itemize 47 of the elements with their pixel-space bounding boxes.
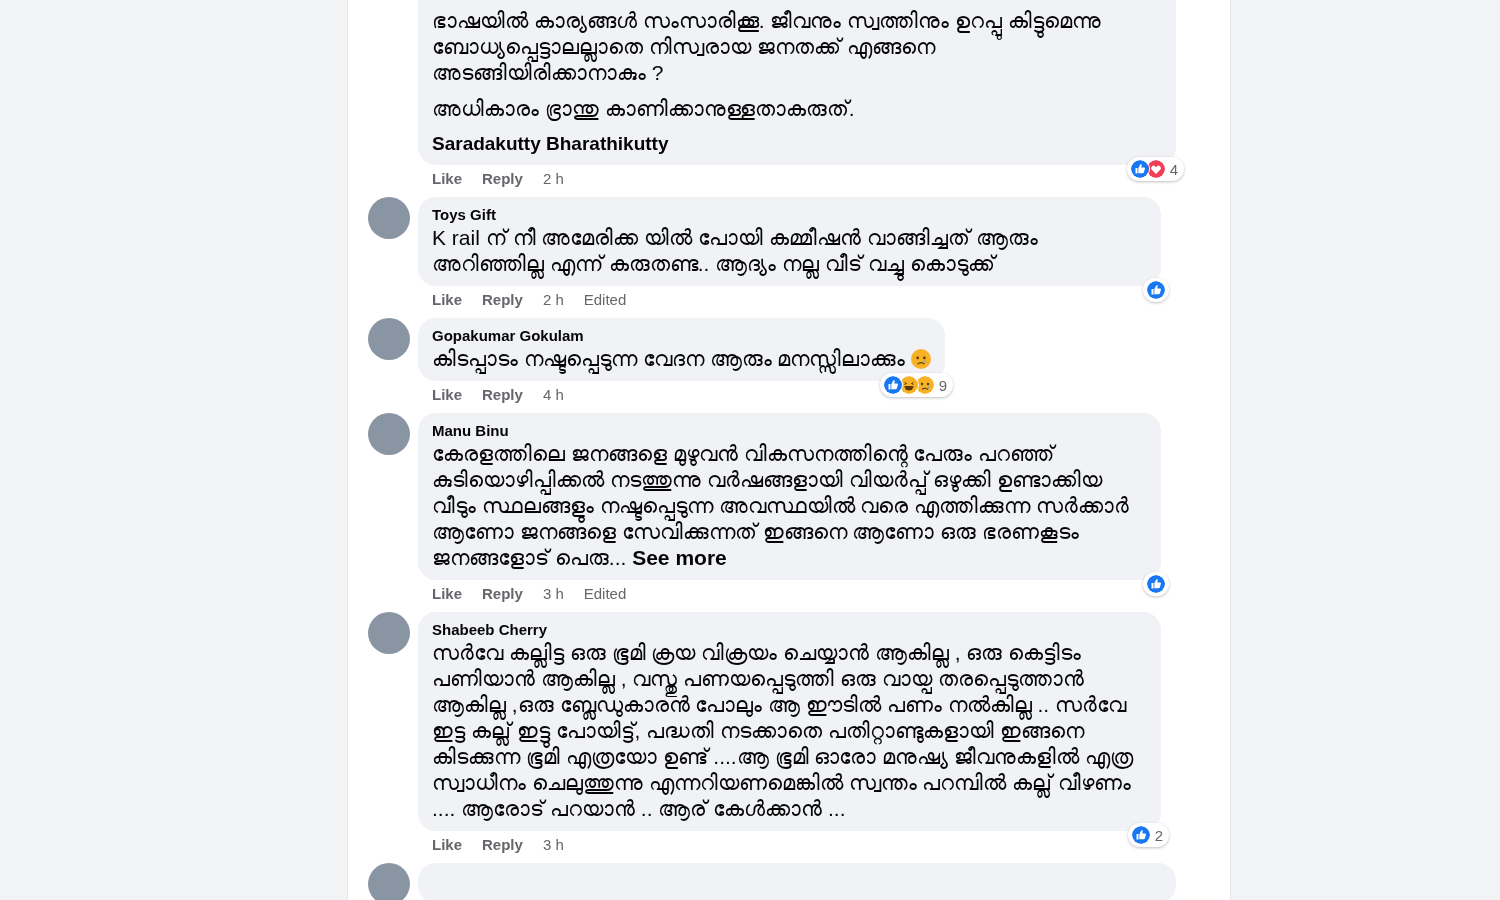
signature-text: Saradakutty Bharathikutty: [432, 132, 670, 156]
action-link[interactable]: Like: [432, 385, 462, 405]
timestamp[interactable]: 3 h: [542, 835, 564, 855]
comment-text: ഭാഷയിൽ കാര്യങ്ങൾ സംസാരിക്കൂ. ജീവനും സ്വത്തിനും ഉറപ്പു കിട്ടുമെന്നു ബോധ്യപ്പെട്ടാലല്ലാതെ നിസ്വരായ ജനതക്ക് എങ്ങനെ അടങ്ങിയിരിക്കാനാകും ?: [432, 8, 1102, 86]
timestamp[interactable]: 2 h: [542, 290, 564, 310]
author-name[interactable]: Gopakumar Gokulam: [432, 326, 932, 346]
action-link[interactable]: Like: [432, 169, 462, 189]
timestamp[interactable]: 4 h: [542, 385, 564, 405]
avatar: [368, 413, 410, 455]
reaction-count: 4: [1169, 160, 1179, 178]
author-name[interactable]: Shabeeb Cherry: [432, 620, 1147, 640]
action-link[interactable]: Reply: [482, 584, 523, 604]
action-link[interactable]: Reply: [482, 385, 523, 405]
reactions-badge[interactable]: [1143, 278, 1169, 302]
like-icon: [882, 375, 903, 395]
reaction-count: 9: [938, 376, 949, 394]
comment-text: അധികാരം ഭ്രാന്തു കാണിക്കാനുള്ളതാകരുത്.: [432, 96, 856, 122]
action-link[interactable]: Reply: [482, 835, 523, 855]
author-name[interactable]: Toys Gift: [432, 205, 1147, 225]
like-icon: [1129, 159, 1150, 179]
timestamp[interactable]: 2 h: [542, 169, 564, 189]
edited-label: Edited: [583, 584, 627, 604]
reaction-count: 2: [1154, 826, 1164, 844]
reactions-badge[interactable]: [1143, 572, 1169, 596]
author-name[interactable]: Manu Binu: [432, 421, 1147, 441]
action-link[interactable]: Like: [432, 835, 462, 855]
avatar: [368, 197, 410, 239]
like-icon: [1146, 280, 1166, 300]
action-link[interactable]: Reply: [482, 290, 523, 310]
comment-text: സർവേ കല്ലിട്ട ഒരു ഭൂമി ക്രയ വിക്രയം ചെയ്യാൻ ആകില്ല , ഒരു കെട്ടിടം പണിയാൻ ആകില്ല , വസ്തു പണയപ്പെടുത്തി ഒരു വായ്പ തരപ്പെടുത്താൻ ആകില്ല ,ഒരു ബ്ലേഡുകാരൻ പോലും ആ ഈടിൽ പണം നൽകില്ല .. സർവേ ഇട്ട കല്ല് ഇട്ടു പോയിട്ട്, പദ്ധതി നടക്കാതെ പതിറ്റാണ്ടുകളായി ഇങ്ങനെ കിടക്കുന്ന ഭൂമി എത്രയോ ഉണ്ട് ....ആ ഭൂമി ഓരോ മനുഷ്യ ജീവനുകളിൽ എത്ര സ്വാധീനം ചെലുത്തുന്നു എന്നറിയണമെങ്കിൽ സ്വന്തം പറമ്പിൽ കല്ല് വീഴണം .... ആരോട് പറയാൻ .. ആര് കേൾക്കാൻ ...: [432, 640, 1135, 822]
like-icon: [1146, 574, 1166, 594]
edited-label: Edited: [583, 290, 627, 310]
avatar: [368, 863, 410, 900]
action-link[interactable]: Like: [432, 584, 462, 604]
reactions-badge[interactable]: 2: [1127, 823, 1169, 847]
reactions-badge[interactable]: 4: [1126, 157, 1184, 181]
comment-text: കേരളത്തിലെ ജനങ്ങളെ മുഴുവൻ വികസനത്തിന്റെ പേരും പറഞ്ഞ് കുടിയൊഴിപ്പിക്കൽ നടത്തുന്നു വർഷങ്ങളായി വിയർപ്പ് ഒഴുക്കി ഉണ്ടാക്കിയ വീടും സ്ഥലങ്ങളും നഷ്ടപ്പെടുന്ന അവസ്ഥയിൽ വരെ എത്തിക്കുന്ന സർക്കാർ ആണോ ജനങ്ങളെ സേവിക്കുന്നത് ഇങ്ങനെ ആണോ ഒരു ഭരണകൂടം ജനങ്ങളോട് പെരു... See more: [432, 441, 1130, 571]
action-link[interactable]: Like: [432, 290, 462, 310]
comment-text: കിടപ്പാടം നഷ്ടപ്പെടുന്ന വേദന ആരും മനസ്സിലാക്കും: [432, 346, 932, 372]
like-icon: [1130, 825, 1151, 845]
crying-face-icon: [911, 349, 932, 369]
action-link[interactable]: Reply: [482, 169, 523, 189]
avatar: [368, 612, 410, 654]
avatar: [368, 318, 410, 360]
timestamp[interactable]: 3 h: [542, 584, 564, 604]
reactions-badge[interactable]: 9: [879, 373, 954, 397]
see-more-link[interactable]: See more: [632, 546, 727, 569]
